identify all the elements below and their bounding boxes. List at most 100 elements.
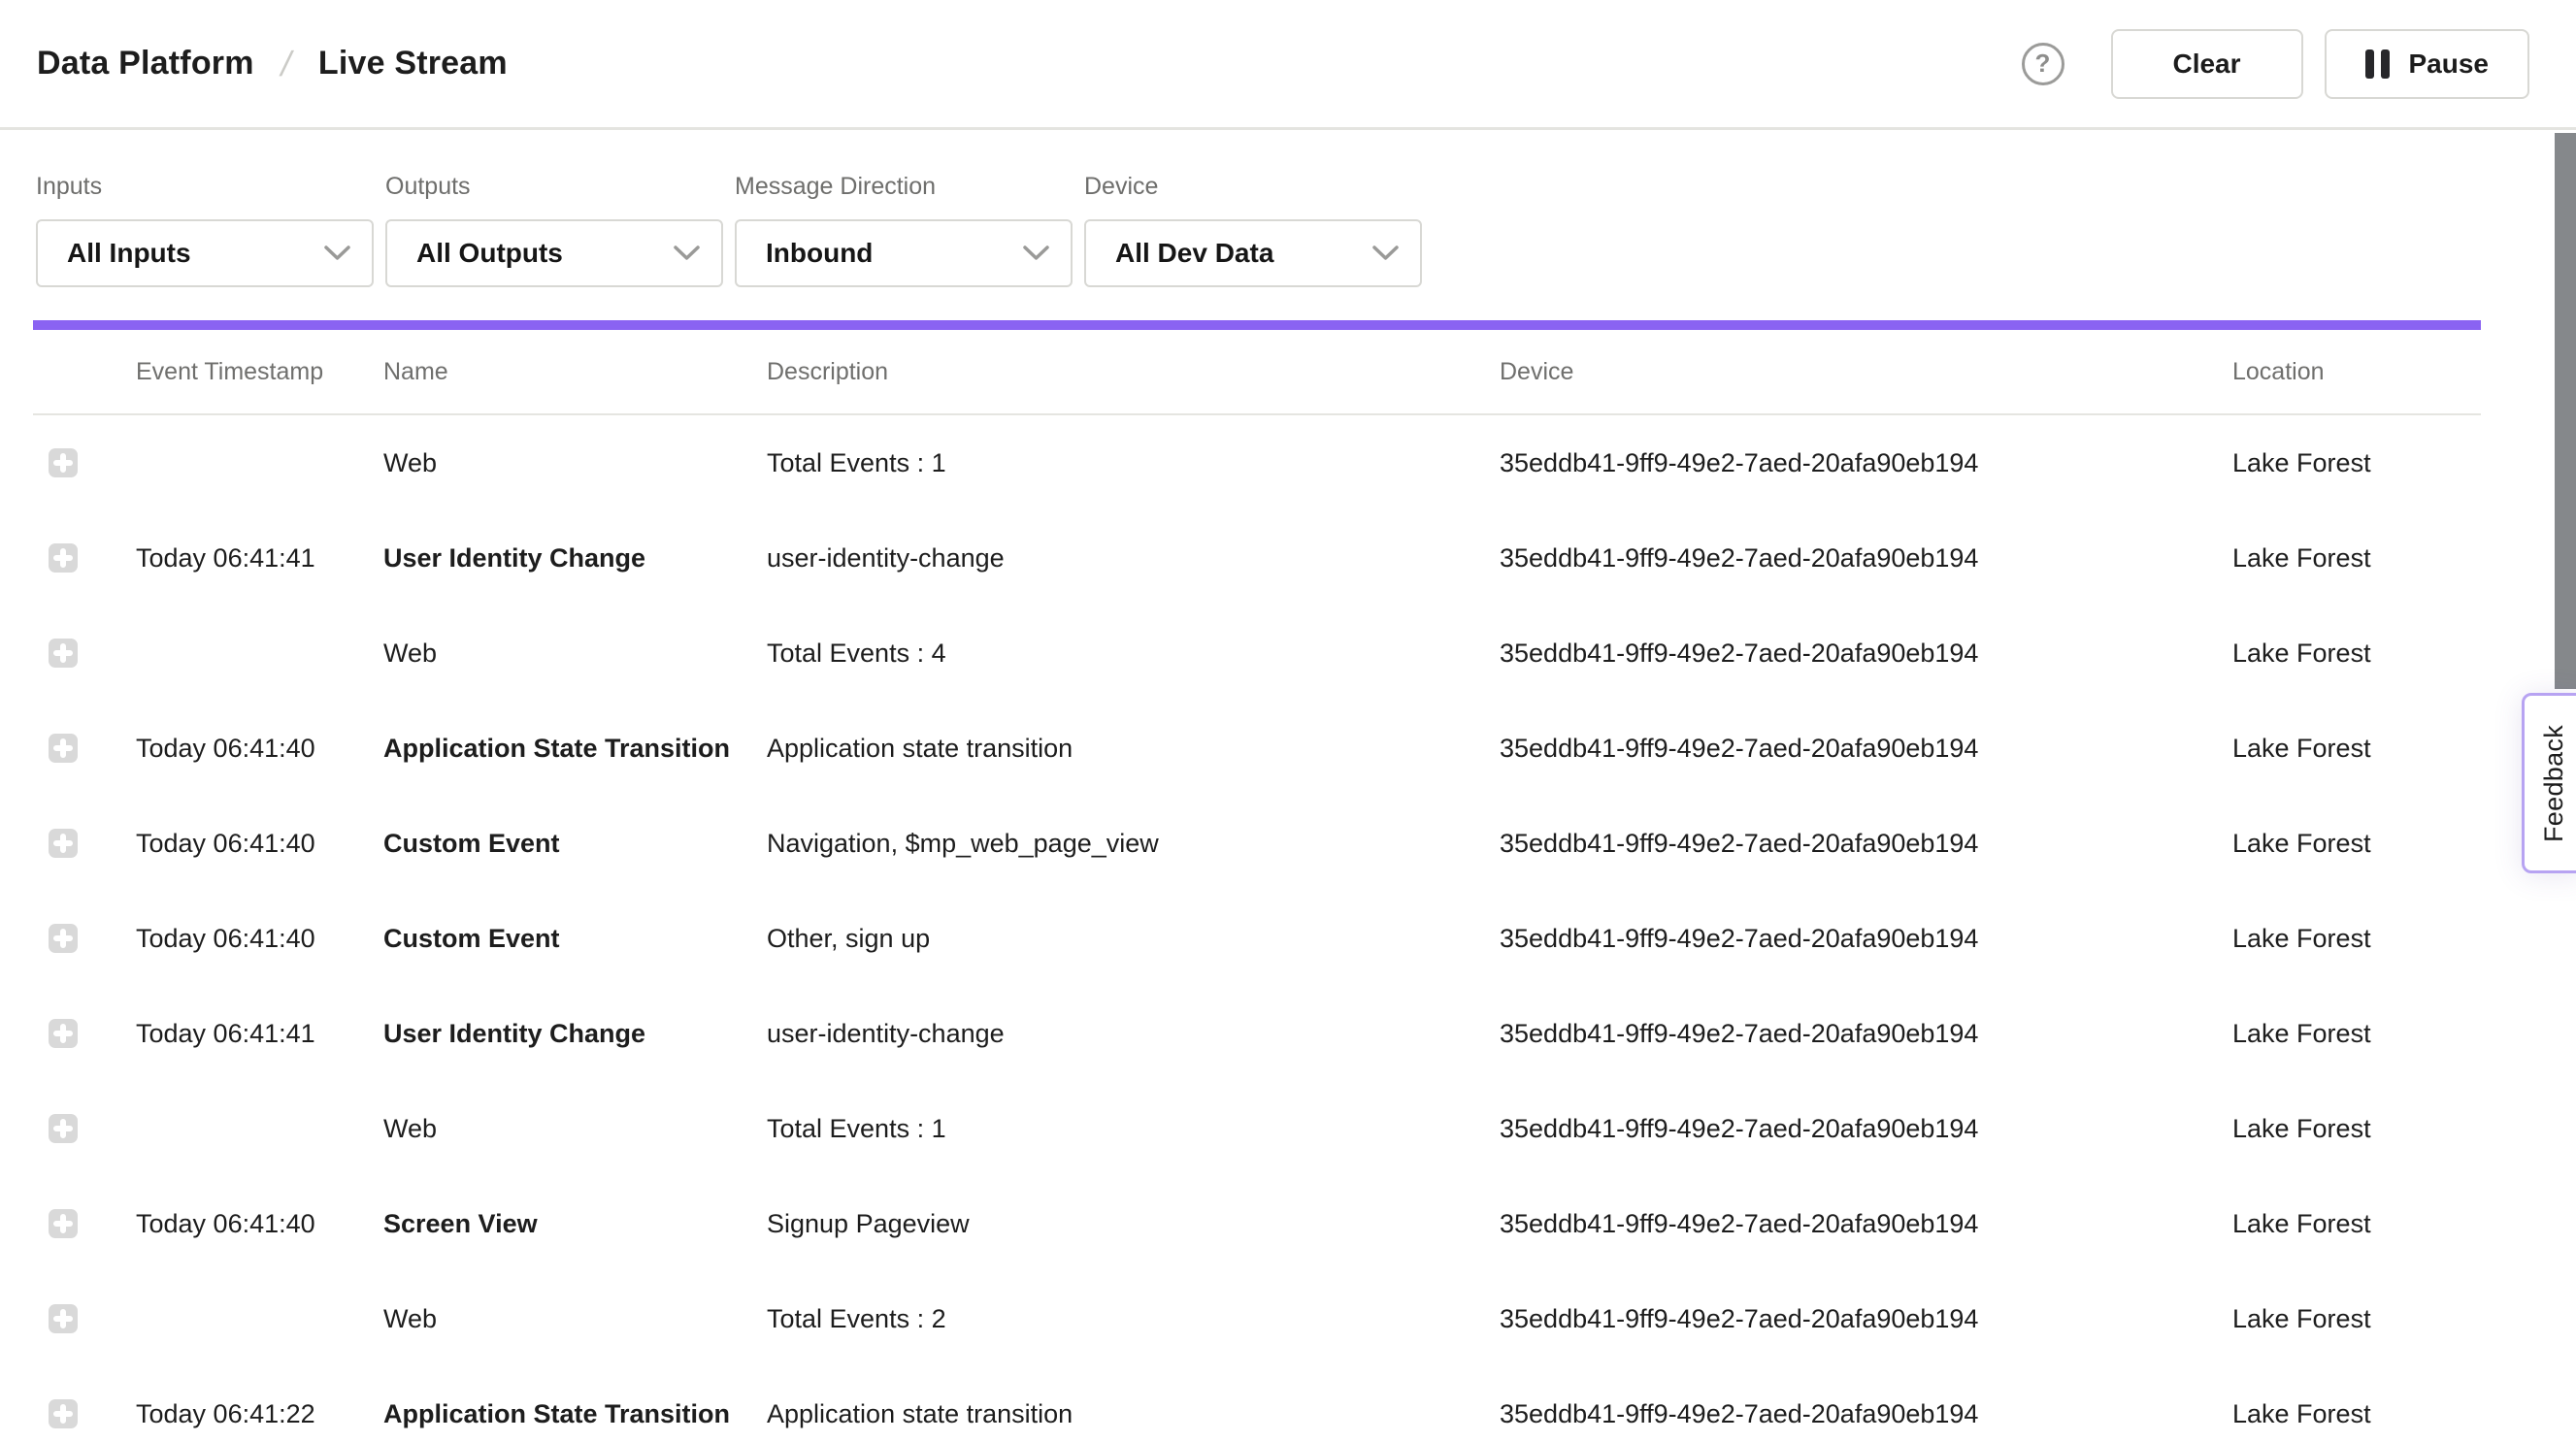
event-description: user-identity-change: [767, 1019, 1500, 1049]
table-row[interactable]: Today 06:41:40 Application State Transit…: [33, 701, 2481, 796]
column-header-description: Description: [767, 358, 1500, 386]
filter-label: Message Direction: [735, 173, 1073, 201]
breadcrumb-separator: /: [249, 44, 322, 84]
expand-row-button[interactable]: [49, 829, 78, 858]
filter-selected-value: Inbound: [766, 238, 873, 269]
feedback-tab-label: Feedback: [2539, 725, 2569, 842]
event-name: Screen View: [383, 1209, 767, 1239]
breadcrumb-live-stream: Live Stream: [318, 45, 508, 82]
filter: Message Direction Inbound: [735, 173, 1073, 287]
feedback-tab[interactable]: Feedback: [2522, 693, 2576, 873]
plus-icon: [49, 924, 78, 953]
table-row[interactable]: Web Total Events : 1 35eddb41-9ff9-49e2-…: [33, 1081, 2481, 1176]
pause-button-label: Pause: [2409, 49, 2490, 80]
event-device-id: 35eddb41-9ff9-49e2-7aed-20afa90eb194: [1500, 543, 2232, 574]
top-bar-actions: ? Clear Pause: [2022, 29, 2530, 99]
filter: Inputs All Inputs: [36, 173, 374, 287]
event-device-id: 35eddb41-9ff9-49e2-7aed-20afa90eb194: [1500, 829, 2232, 859]
filter-select[interactable]: All Inputs: [36, 219, 374, 287]
table-row[interactable]: Today 06:41:40 Custom Event Other, sign …: [33, 891, 2481, 986]
chevron-down-icon: [324, 246, 350, 261]
event-device-id: 35eddb41-9ff9-49e2-7aed-20afa90eb194: [1500, 448, 2232, 478]
table-row[interactable]: Today 06:41:40 Custom Event Navigation, …: [33, 796, 2481, 891]
column-header-name: Name: [383, 358, 767, 386]
filter: Outputs All Outputs: [385, 173, 723, 287]
event-name: Application State Transition: [383, 1399, 767, 1429]
expand-row-button[interactable]: [49, 734, 78, 763]
event-description: Total Events : 4: [767, 639, 1500, 669]
filter-select[interactable]: All Outputs: [385, 219, 723, 287]
event-location: Lake Forest: [2232, 1019, 2481, 1049]
event-location: Lake Forest: [2232, 543, 2481, 574]
event-device-id: 35eddb41-9ff9-49e2-7aed-20afa90eb194: [1500, 1399, 2232, 1429]
filter-label: Inputs: [36, 173, 374, 201]
plus-icon: [49, 448, 78, 477]
chevron-down-icon: [1372, 246, 1399, 261]
table-row[interactable]: Today 06:41:41 User Identity Change user…: [33, 510, 2481, 606]
pause-button[interactable]: Pause: [2325, 29, 2530, 99]
plus-icon: [49, 1399, 78, 1428]
event-device-id: 35eddb41-9ff9-49e2-7aed-20afa90eb194: [1500, 734, 2232, 764]
column-header-location: Location: [2232, 358, 2481, 386]
event-timestamp: Today 06:41:40: [136, 734, 383, 764]
event-location: Lake Forest: [2232, 639, 2481, 669]
event-device-id: 35eddb41-9ff9-49e2-7aed-20afa90eb194: [1500, 1114, 2232, 1144]
filter-select[interactable]: All Dev Data: [1084, 219, 1422, 287]
clear-button[interactable]: Clear: [2111, 29, 2303, 99]
expand-row-button[interactable]: [49, 639, 78, 668]
filter-label: Outputs: [385, 173, 723, 201]
expand-row-button[interactable]: [49, 1209, 78, 1238]
plus-icon: [49, 1209, 78, 1238]
event-location: Lake Forest: [2232, 829, 2481, 859]
event-description: Application state transition: [767, 734, 1500, 764]
expand-row-button[interactable]: [49, 448, 78, 477]
event-description: Application state transition: [767, 1399, 1500, 1429]
event-name: Custom Event: [383, 829, 767, 859]
breadcrumb-data-platform[interactable]: Data Platform: [37, 45, 254, 82]
table-row[interactable]: Web Total Events : 2 35eddb41-9ff9-49e2-…: [33, 1271, 2481, 1366]
event-device-id: 35eddb41-9ff9-49e2-7aed-20afa90eb194: [1500, 1304, 2232, 1334]
expand-row-button[interactable]: [49, 1399, 78, 1428]
vertical-scrollbar-thumb[interactable]: [2555, 133, 2576, 689]
table-row[interactable]: Web Total Events : 1 35eddb41-9ff9-49e2-…: [33, 415, 2481, 510]
table-row[interactable]: Today 06:41:22 Application State Transit…: [33, 1366, 2481, 1442]
expand-row-button[interactable]: [49, 1114, 78, 1143]
event-name: Web: [383, 448, 767, 478]
column-header-device: Device: [1500, 358, 2232, 386]
filter-selected-value: All Inputs: [67, 238, 191, 269]
expand-row-button[interactable]: [49, 1019, 78, 1048]
plus-icon: [49, 543, 78, 573]
event-description: Total Events : 1: [767, 448, 1500, 478]
table-row[interactable]: Today 06:41:40 Screen View Signup Pagevi…: [33, 1176, 2481, 1271]
event-timestamp: Today 06:41:40: [136, 1209, 383, 1239]
column-header-event-timestamp: Event Timestamp: [136, 358, 383, 386]
plus-icon: [49, 829, 78, 858]
event-location: Lake Forest: [2232, 734, 2481, 764]
plus-icon: [49, 639, 78, 668]
event-timestamp: Today 06:41:40: [136, 829, 383, 859]
event-location: Lake Forest: [2232, 1304, 2481, 1334]
expand-row-button[interactable]: [49, 1304, 78, 1333]
event-device-id: 35eddb41-9ff9-49e2-7aed-20afa90eb194: [1500, 639, 2232, 669]
accent-divider: [33, 320, 2481, 330]
event-description: Other, sign up: [767, 924, 1500, 954]
table-header-row: Event Timestamp Name Description Device …: [33, 330, 2481, 415]
event-name: Web: [383, 639, 767, 669]
event-description: Total Events : 2: [767, 1304, 1500, 1334]
table-row[interactable]: Today 06:41:41 User Identity Change user…: [33, 986, 2481, 1081]
event-description: Navigation, $mp_web_page_view: [767, 829, 1500, 859]
expand-row-button[interactable]: [49, 924, 78, 953]
filter-selected-value: All Dev Data: [1115, 238, 1273, 269]
event-name: User Identity Change: [383, 543, 767, 574]
help-icon[interactable]: ?: [2022, 43, 2064, 85]
event-timestamp: Today 06:41:41: [136, 543, 383, 574]
event-location: Lake Forest: [2232, 1209, 2481, 1239]
event-description: Total Events : 1: [767, 1114, 1500, 1144]
pause-icon: [2365, 49, 2390, 79]
filter-select[interactable]: Inbound: [735, 219, 1073, 287]
event-location: Lake Forest: [2232, 1114, 2481, 1144]
table-row[interactable]: Web Total Events : 4 35eddb41-9ff9-49e2-…: [33, 606, 2481, 701]
event-description: Signup Pageview: [767, 1209, 1500, 1239]
filter: Device All Dev Data: [1084, 173, 1422, 287]
expand-row-button[interactable]: [49, 543, 78, 573]
